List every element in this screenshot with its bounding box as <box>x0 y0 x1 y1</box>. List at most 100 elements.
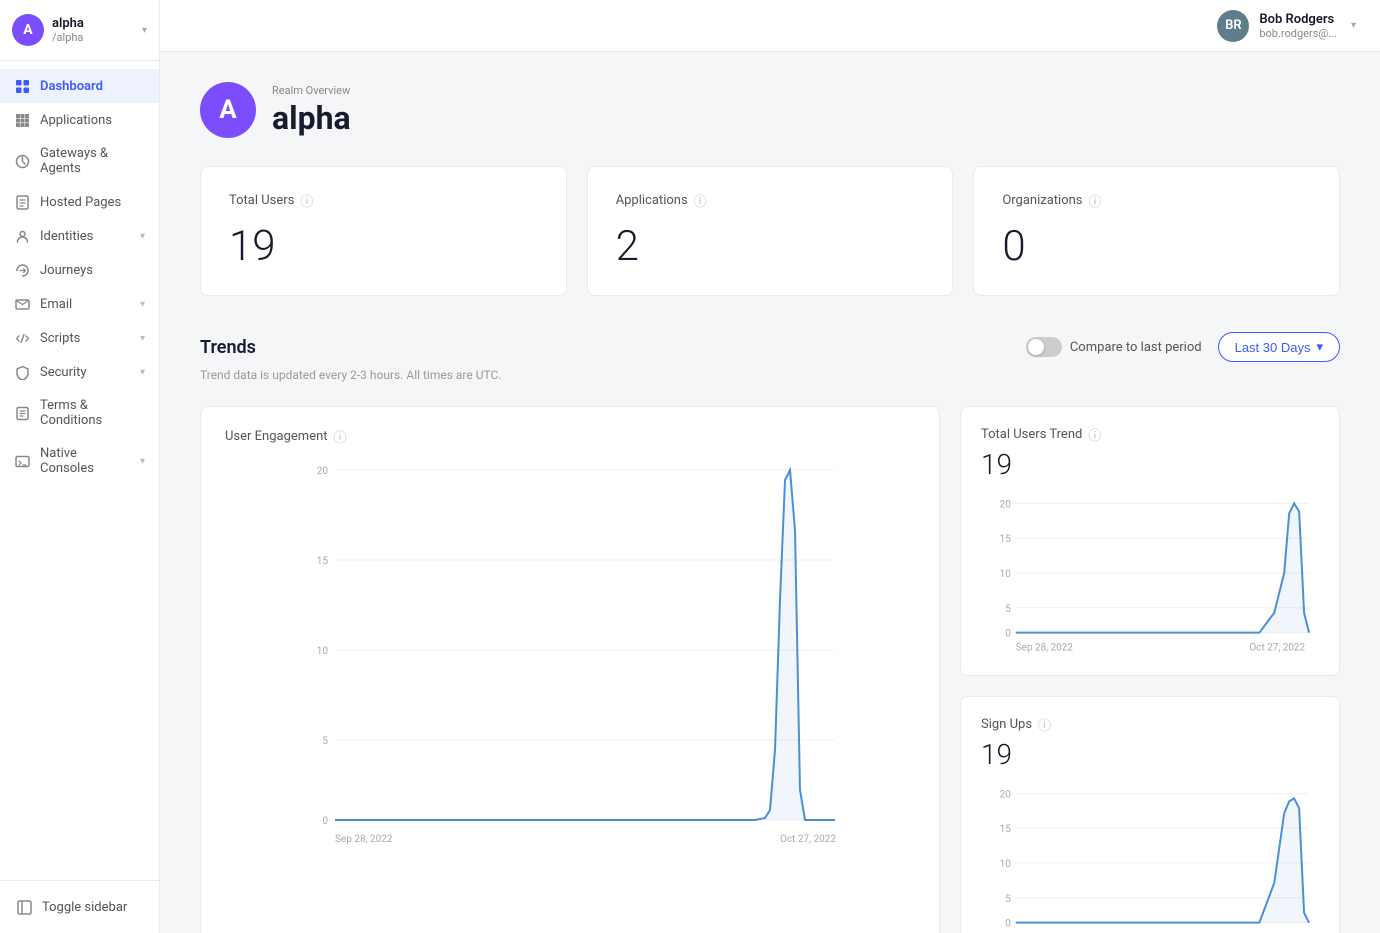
sidebar-item-terms-conditions[interactable]: Terms & Conditions <box>0 389 159 437</box>
sidebar: A alpha /alpha ▾ Dashboard Applications … <box>0 0 160 933</box>
svg-text:5: 5 <box>1005 894 1011 905</box>
stat-value-organizations: 0 <box>1002 222 1311 271</box>
organizations-info-icon[interactable]: ⓘ <box>1089 191 1102 210</box>
applications-icon <box>14 112 30 128</box>
sidebar-item-label: Email <box>40 297 72 312</box>
realm-overview-name: alpha <box>272 99 351 137</box>
chart-user-engagement-title: User Engagement <box>225 429 328 444</box>
charts-grid: User Engagement ⓘ 20 15 10 <box>200 406 1340 933</box>
sidebar-item-dashboard[interactable]: Dashboard <box>0 69 159 103</box>
compare-label: Compare to last period <box>1070 340 1202 355</box>
user-chevron-icon: ▾ <box>1351 20 1356 31</box>
sidebar-item-email[interactable]: Email ▾ <box>0 287 159 321</box>
svg-text:Oct 27, 2022: Oct 27, 2022 <box>780 834 836 845</box>
toggle-sidebar-btn[interactable]: Toggle sidebar <box>14 893 145 921</box>
sidebar-item-gateways-agents[interactable]: Gateways & Agents <box>0 137 159 185</box>
realm-path: /alpha <box>52 31 134 44</box>
sidebar-item-applications[interactable]: Applications <box>0 103 159 137</box>
sidebar-item-scripts[interactable]: Scripts ▾ <box>0 321 159 355</box>
realm-name: alpha <box>52 16 134 31</box>
total-users-trend-info-icon[interactable]: ⓘ <box>1088 425 1101 444</box>
realm-header: A Realm Overview alpha <box>200 82 1340 138</box>
stat-label-total-users: Total Users <box>229 193 294 208</box>
toggle-sidebar-footer[interactable]: Toggle sidebar <box>0 880 159 933</box>
svg-text:10: 10 <box>1000 569 1012 580</box>
svg-text:5: 5 <box>322 736 328 747</box>
email-chevron-icon: ▾ <box>140 299 145 310</box>
chart-sign-ups-title: Sign Ups <box>981 717 1032 732</box>
identities-chevron-icon: ▾ <box>140 231 145 242</box>
total-users-info-icon[interactable]: ⓘ <box>300 191 313 210</box>
sidebar-nav: Dashboard Applications Gateways & Agents… <box>0 61 159 880</box>
security-chevron-icon: ▾ <box>140 367 145 378</box>
svg-text:15: 15 <box>1000 534 1012 545</box>
sidebar-item-label: Gateways & Agents <box>40 146 145 176</box>
user-avatar: BR <box>1217 10 1249 42</box>
dashboard-icon <box>14 78 30 94</box>
svg-text:15: 15 <box>317 556 329 567</box>
period-chevron-icon: ▾ <box>1316 339 1323 355</box>
security-icon <box>14 364 30 380</box>
realm-avatar: A <box>12 14 44 46</box>
sidebar-item-hosted-pages[interactable]: Hosted Pages <box>0 185 159 219</box>
sidebar-item-label: Identities <box>40 229 93 244</box>
identities-icon <box>14 228 30 244</box>
email-icon <box>14 296 30 312</box>
stat-card-organizations: Organizations ⓘ 0 <box>973 166 1340 296</box>
sidebar-item-label: Security <box>40 365 87 380</box>
scripts-chevron-icon: ▾ <box>140 333 145 344</box>
sidebar-item-label: Native Consoles <box>40 446 130 476</box>
sidebar-item-identities[interactable]: Identities ▾ <box>0 219 159 253</box>
total-users-trend-chart: 20 15 10 5 0 Sep 28, 2022 Oct 27, 2022 <box>981 493 1319 653</box>
chart-user-engagement: User Engagement ⓘ 20 15 10 <box>200 406 940 933</box>
right-charts: Total Users Trend ⓘ 19 20 15 10 <box>960 406 1340 933</box>
svg-text:10: 10 <box>317 646 329 657</box>
svg-text:20: 20 <box>1000 499 1012 510</box>
main-area: BR Bob Rodgers bob.rodgers@... ▾ A Realm… <box>160 0 1380 933</box>
stat-label-applications: Applications <box>616 193 688 208</box>
user-menu[interactable]: BR Bob Rodgers bob.rodgers@... ▾ <box>1217 10 1356 42</box>
sign-ups-info-icon[interactable]: ⓘ <box>1038 715 1051 734</box>
native-consoles-icon <box>14 453 30 469</box>
stat-cards: Total Users ⓘ 19 Applications ⓘ 2 Organi… <box>200 166 1340 296</box>
sidebar-item-native-consoles[interactable]: Native Consoles ▾ <box>0 437 159 485</box>
page-content: A Realm Overview alpha Total Users ⓘ 19 … <box>160 52 1380 933</box>
svg-text:20: 20 <box>317 466 329 477</box>
svg-text:0: 0 <box>1005 629 1011 640</box>
realm-overview-avatar: A <box>200 82 256 138</box>
toggle-sidebar-icon <box>16 899 32 915</box>
sign-ups-chart: 20 15 10 5 0 Sep 28, 2022 Oct 27, 2022 <box>981 783 1319 933</box>
realm-overview-label: Realm Overview <box>272 84 351 97</box>
sidebar-item-journeys[interactable]: Journeys <box>0 253 159 287</box>
journeys-icon <box>14 262 30 278</box>
svg-text:15: 15 <box>1000 824 1012 835</box>
sidebar-item-label: Applications <box>40 113 112 128</box>
svg-text:20: 20 <box>1000 789 1012 800</box>
gateways-icon <box>14 153 30 169</box>
trends-subtitle: Trend data is updated every 2-3 hours. A… <box>200 368 1340 382</box>
sidebar-item-label: Dashboard <box>40 79 103 94</box>
stat-value-applications: 2 <box>616 222 925 271</box>
trends-section: Trends Compare to last period Last 30 Da… <box>200 332 1340 933</box>
user-name: Bob Rodgers <box>1259 12 1337 27</box>
applications-info-icon[interactable]: ⓘ <box>694 191 707 210</box>
trends-title: Trends <box>200 337 256 358</box>
user-engagement-chart: 20 15 10 5 0 Sep 28, 2022 Oct 27, 2022 <box>225 450 915 850</box>
topbar: BR Bob Rodgers bob.rodgers@... ▾ <box>160 0 1380 52</box>
compare-toggle-switch[interactable] <box>1026 337 1062 357</box>
sidebar-item-label: Hosted Pages <box>40 195 121 210</box>
sidebar-item-security[interactable]: Security ▾ <box>0 355 159 389</box>
stat-card-applications: Applications ⓘ 2 <box>587 166 954 296</box>
native-consoles-chevron-icon: ▾ <box>140 456 145 467</box>
chart-total-users-value: 19 <box>981 448 1319 481</box>
realm-chevron-icon: ▾ <box>142 25 147 36</box>
stat-value-total-users: 19 <box>229 222 538 271</box>
compare-toggle: Compare to last period <box>1026 337 1202 357</box>
hosted-pages-icon <box>14 194 30 210</box>
period-selector-btn[interactable]: Last 30 Days ▾ <box>1218 332 1340 362</box>
svg-text:Sep 28, 2022: Sep 28, 2022 <box>335 834 393 845</box>
realm-selector[interactable]: A alpha /alpha ▾ <box>0 0 159 61</box>
user-engagement-info-icon[interactable]: ⓘ <box>334 427 347 446</box>
svg-text:0: 0 <box>1005 919 1011 930</box>
svg-text:Sep 28, 2022: Sep 28, 2022 <box>1016 643 1074 653</box>
